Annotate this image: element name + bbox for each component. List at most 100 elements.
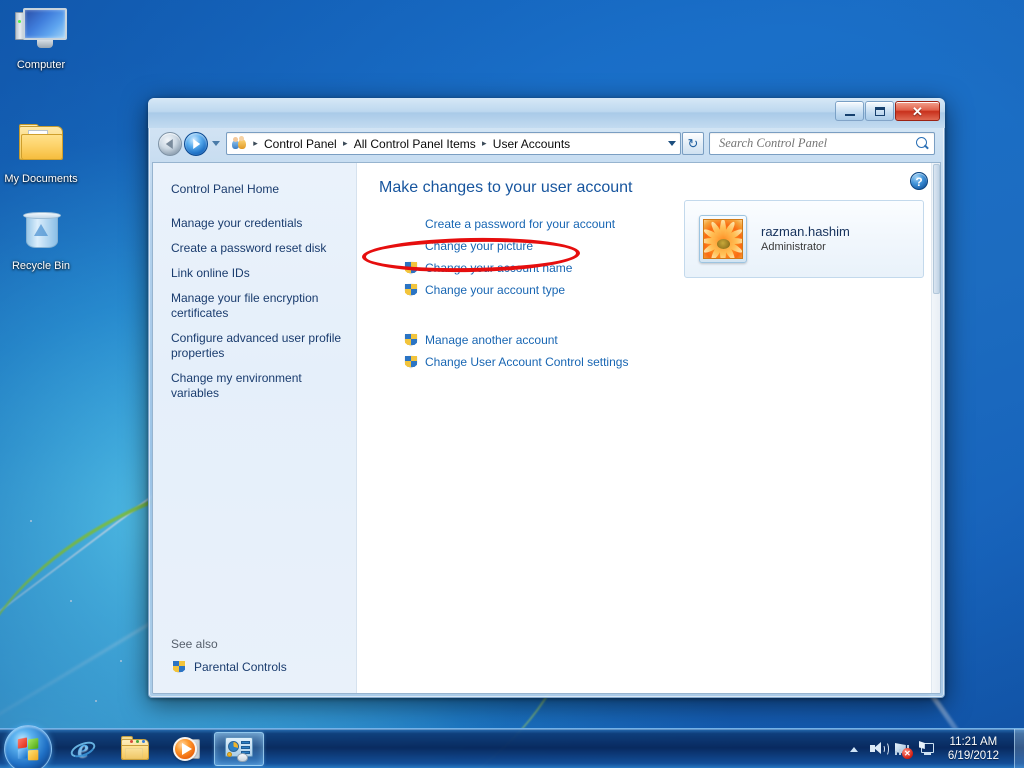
link-manage-another-account[interactable]: Manage another account [425, 333, 558, 347]
tray-network-button[interactable]: ✕ [894, 740, 913, 759]
breadcrumb[interactable]: ▸ Control Panel ▸ All Control Panel Item… [226, 132, 681, 155]
shield-slot [403, 354, 419, 370]
speaker-cone [873, 742, 881, 754]
page-title: Make changes to your user account [379, 179, 633, 196]
shield-icon [403, 282, 419, 298]
monitor-base [923, 753, 931, 755]
shield-icon [403, 354, 419, 370]
computer-icon [2, 6, 80, 56]
folder-icon [2, 120, 80, 170]
clock-time: 11:21 AM [949, 736, 998, 748]
taskbar-item-internet-explorer[interactable]: e [58, 732, 108, 766]
sidebar-item-file-encryption-certificates[interactable]: Manage your file encryption certificates [153, 286, 356, 326]
refresh-button[interactable]: ↻ [682, 132, 704, 155]
window-caption-buttons: ✕ [835, 101, 940, 121]
shield-icon [403, 332, 419, 348]
windows-orb-icon [17, 737, 40, 761]
clock[interactable]: 11:21 AM 6/19/2012 [944, 735, 1007, 763]
search-box[interactable] [709, 132, 935, 155]
show-hidden-icons-button[interactable] [846, 741, 862, 757]
close-icon: ✕ [912, 103, 923, 119]
sidebar-item-password-reset-disk[interactable]: Create a password reset disk [153, 236, 356, 261]
sidebar-item-control-panel-home[interactable]: Control Panel Home [153, 177, 356, 202]
breadcrumb-item-user-accounts[interactable]: User Accounts [491, 137, 572, 151]
user-accounts-icon [231, 135, 247, 152]
desktop-icon-computer[interactable]: Computer [2, 6, 80, 72]
window-content: Control Panel Home Manage your credentia… [152, 162, 941, 694]
start-button[interactable] [4, 725, 52, 768]
flower-avatar-icon [703, 219, 743, 259]
sidebar-item-advanced-user-profile-properties[interactable]: Configure advanced user profile properti… [153, 326, 356, 366]
see-also-section: See also Parental Controls [153, 637, 356, 677]
task-row-change-account-type[interactable]: Change your account type [403, 279, 940, 301]
minimize-button[interactable] [835, 101, 864, 121]
taskbar-item-windows-media-player[interactable] [162, 732, 212, 766]
shield-icon [403, 260, 419, 276]
shield-slot-empty [403, 216, 419, 232]
close-button[interactable]: ✕ [895, 101, 940, 121]
desktop-icon-label: Recycle Bin [11, 260, 71, 272]
desktop[interactable]: Computer My Documents Recycle Bin ✕ ▸ Co… [0, 0, 1024, 768]
sidebar-item-environment-variables[interactable]: Change my environment variables [153, 366, 356, 406]
chevron-down-icon [211, 141, 220, 146]
taskbar-item-windows-explorer[interactable] [110, 732, 160, 766]
clock-date: 6/19/2012 [947, 750, 999, 762]
link-change-your-picture[interactable]: Change your picture [425, 239, 533, 253]
vertical-scrollbar[interactable] [931, 163, 940, 693]
taskbar[interactable]: e ✕ 11:21 AM 6/19/2012 [0, 725, 1024, 768]
sidebar-item-link-online-ids[interactable]: Link online IDs [153, 261, 356, 286]
maximize-button[interactable] [865, 101, 894, 121]
breadcrumb-separator: ▸ [342, 138, 348, 148]
avatar[interactable] [699, 215, 747, 263]
sound-wave [883, 742, 889, 756]
link-create-a-password[interactable]: Create a password for your account [425, 217, 615, 231]
account-role: Administrator [761, 241, 826, 253]
shield-slot [403, 260, 419, 276]
tray-action-center-button[interactable] [918, 740, 937, 758]
tray-volume-button[interactable] [869, 740, 889, 758]
search-input[interactable] [717, 135, 916, 152]
link-change-your-account-type[interactable]: Change your account type [425, 283, 565, 297]
desktop-icon-recycle-bin[interactable]: Recycle Bin [2, 207, 80, 273]
sidebar: Control Panel Home Manage your credentia… [153, 163, 357, 693]
desktop-icon-my-documents[interactable]: My Documents [2, 120, 80, 186]
control-panel-icon [224, 736, 254, 762]
task-row-uac-settings[interactable]: Change User Account Control settings [403, 351, 940, 373]
control-panel-window[interactable]: ✕ ▸ Control Panel ▸ All Control Panel It… [148, 98, 945, 698]
breadcrumb-separator: ▸ [482, 138, 487, 148]
sidebar-item-parental-controls[interactable]: Parental Controls [153, 657, 356, 677]
scrollbar-thumb[interactable] [933, 164, 940, 294]
shield-slot [403, 282, 419, 298]
account-summary-card: razman.hashim Administrator [684, 200, 924, 278]
error-badge-icon: ✕ [901, 748, 913, 759]
breadcrumb-separator: ▸ [253, 138, 258, 148]
forward-button[interactable] [184, 131, 208, 156]
breadcrumb-item-control-panel[interactable]: Control Panel [262, 137, 339, 151]
maximize-icon [874, 106, 885, 116]
show-desktop-button[interactable] [1014, 729, 1024, 768]
help-button[interactable]: ? [910, 172, 928, 190]
arrow-right-icon [193, 138, 201, 149]
sidebar-item-label: Parental Controls [194, 660, 287, 674]
address-bar-row: ▸ Control Panel ▸ All Control Panel Item… [158, 131, 935, 156]
arrow-left-icon [165, 138, 173, 149]
shield-icon [171, 659, 187, 675]
taskbar-item-control-panel[interactable] [214, 731, 264, 766]
desktop-icon-label: Computer [16, 59, 66, 71]
sidebar-item-manage-credentials[interactable]: Manage your credentials [153, 211, 356, 236]
breadcrumb-item-all-control-panel-items[interactable]: All Control Panel Items [352, 137, 478, 151]
account-text: razman.hashim Administrator [761, 223, 850, 255]
recent-pages-button[interactable] [208, 132, 223, 156]
main-panel: ? Make changes to your user account Crea… [357, 163, 940, 693]
link-change-uac-settings[interactable]: Change User Account Control settings [425, 355, 628, 369]
shield-slot-empty [403, 238, 419, 254]
window-titlebar[interactable]: ✕ [148, 98, 945, 128]
minimize-icon [844, 113, 855, 116]
back-button[interactable] [158, 131, 182, 156]
task-row-manage-another-account[interactable]: Manage another account [403, 329, 940, 351]
breadcrumb-dropdown-button[interactable] [663, 133, 680, 154]
search-icon [916, 136, 930, 151]
link-change-your-account-name[interactable]: Change your account name [425, 261, 572, 275]
account-name: razman.hashim [761, 224, 850, 239]
